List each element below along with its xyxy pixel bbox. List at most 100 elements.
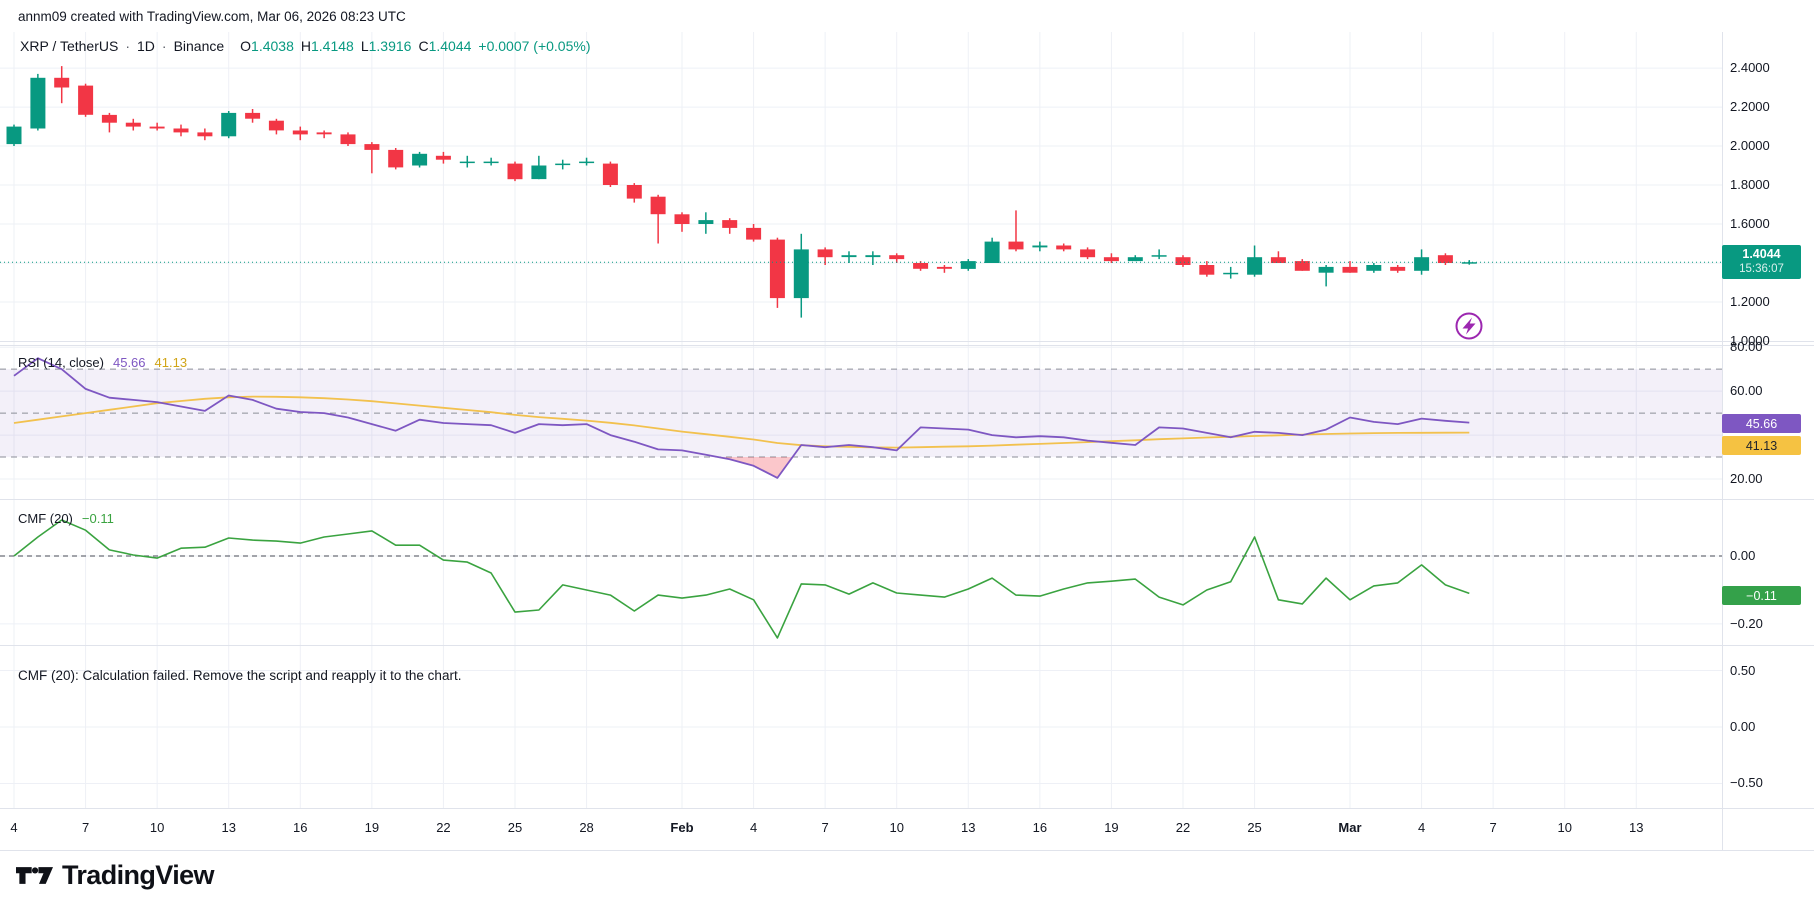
time-scale-label: 4 — [10, 820, 17, 835]
candle — [460, 156, 475, 168]
candle — [1271, 251, 1286, 263]
candle — [675, 212, 690, 232]
candle — [269, 119, 284, 135]
candle — [1247, 246, 1262, 277]
symbol-name[interactable]: XRP / TetherUS — [20, 38, 118, 54]
candle — [484, 158, 499, 166]
candle — [102, 113, 117, 132]
candle — [961, 259, 976, 271]
change-label: +0.0007 (+0.05%) — [478, 38, 590, 54]
candle — [1009, 210, 1024, 251]
candle — [698, 212, 713, 234]
price-scale-label: 2.0000 — [1730, 139, 1770, 153]
candle — [985, 238, 1000, 263]
candle — [937, 265, 952, 273]
price-scale-label: −0.50 — [1730, 776, 1763, 790]
cmf-value: −0.11 — [82, 511, 114, 526]
candle — [1176, 255, 1191, 267]
price-scale-label: 2.4000 — [1730, 61, 1770, 75]
candle — [531, 156, 546, 179]
candle-countdown: 15:36:07 — [1739, 262, 1784, 277]
exchange-label[interactable]: Binance — [174, 38, 225, 54]
candle — [293, 127, 308, 141]
price-scale-label: 0.50 — [1730, 664, 1755, 678]
price-scale-label: −0.20 — [1730, 617, 1763, 631]
price-scale-label: 1.2000 — [1730, 295, 1770, 309]
time-scale-label: 7 — [82, 820, 89, 835]
time-scale-label: 10 — [1557, 820, 1571, 835]
candle — [341, 132, 356, 146]
candle — [126, 119, 141, 131]
candle — [627, 183, 642, 203]
candle — [7, 125, 22, 146]
candle — [579, 158, 594, 166]
time-scale-label: 4 — [750, 820, 757, 835]
legend-separator: · — [125, 38, 130, 54]
cmf-error-message: CMF (20): Calculation failed. Remove the… — [18, 668, 461, 683]
price-scale-label: 80.00 — [1730, 340, 1763, 354]
candle — [1319, 265, 1334, 286]
candle — [746, 224, 761, 242]
lightning-icon[interactable] — [1457, 314, 1482, 339]
rsi-pane-legend[interactable]: RSI (14, close) 45.66 41.13 — [18, 355, 187, 370]
current-price-badge: 1.4044 15:36:07 — [1722, 245, 1801, 279]
tradingview-logo-text: TradingView — [62, 860, 214, 891]
interval-label[interactable]: 1D — [137, 38, 155, 54]
time-scale-label: 13 — [1629, 820, 1643, 835]
candle — [436, 152, 451, 164]
candle — [412, 152, 427, 168]
time-scale-label: 13 — [221, 820, 235, 835]
price-scale-label: 1.8000 — [1730, 178, 1770, 192]
ohlc-low: L1.3916 — [361, 38, 412, 54]
time-scale-label: 22 — [1176, 820, 1190, 835]
rsi-value-badge: 45.66 — [1722, 414, 1801, 433]
candle — [245, 109, 260, 123]
candle — [317, 131, 332, 139]
candlestick-series — [7, 66, 1477, 318]
tradingview-logo[interactable]: TradingView — [16, 860, 214, 891]
candle — [221, 111, 236, 138]
ohlc-close: C1.4044 — [418, 38, 471, 54]
candle — [1080, 247, 1095, 259]
rsi-ma-value-badge: 41.13 — [1722, 436, 1801, 455]
candle — [555, 160, 570, 170]
candle — [842, 251, 857, 263]
time-scale-label: 10 — [150, 820, 164, 835]
cmf-title: CMF (20) — [18, 511, 73, 526]
candle — [1104, 253, 1119, 263]
ohlc-high: H1.4148 — [301, 38, 354, 54]
candle — [150, 123, 165, 131]
chart-canvas[interactable] — [0, 0, 1814, 920]
rsi-title: RSI (14, close) — [18, 355, 104, 370]
price-scale-label: 0.00 — [1730, 549, 1755, 563]
candle — [1032, 242, 1047, 252]
price-scale-label: 0.00 — [1730, 720, 1755, 734]
time-scale-label: 22 — [436, 820, 450, 835]
current-price: 1.4044 — [1742, 247, 1780, 262]
tradingview-chart-screenshot: { "header": { "attribution": "annm09 cre… — [0, 0, 1814, 920]
candle — [54, 66, 69, 103]
cmf-value-badge: −0.11 — [1722, 586, 1801, 605]
candle — [603, 162, 618, 187]
tradingview-logo-mark — [16, 867, 53, 884]
candle — [1366, 263, 1381, 273]
candle — [889, 253, 904, 263]
time-scale-label: 25 — [508, 820, 522, 835]
candle — [1128, 255, 1143, 261]
rsi-value: 45.66 — [113, 355, 146, 370]
time-scale-label: 28 — [579, 820, 593, 835]
cmf-pane-legend[interactable]: CMF (20) −0.11 — [18, 511, 114, 526]
time-scale-label: 10 — [889, 820, 903, 835]
symbol-legend[interactable]: XRP / TetherUS · 1D · Binance O1.4038 H1… — [20, 38, 591, 54]
price-scale-label: 1.6000 — [1730, 217, 1770, 231]
time-scale-label: 13 — [961, 820, 975, 835]
time-scale-label: 7 — [822, 820, 829, 835]
time-scale-label: 16 — [293, 820, 307, 835]
candle — [1390, 265, 1405, 273]
cmf-line — [14, 520, 1469, 638]
candle — [794, 234, 809, 318]
candle — [174, 125, 189, 137]
candle — [1056, 244, 1071, 252]
rsi-ma-value: 41.13 — [155, 355, 188, 370]
candle — [388, 148, 403, 169]
